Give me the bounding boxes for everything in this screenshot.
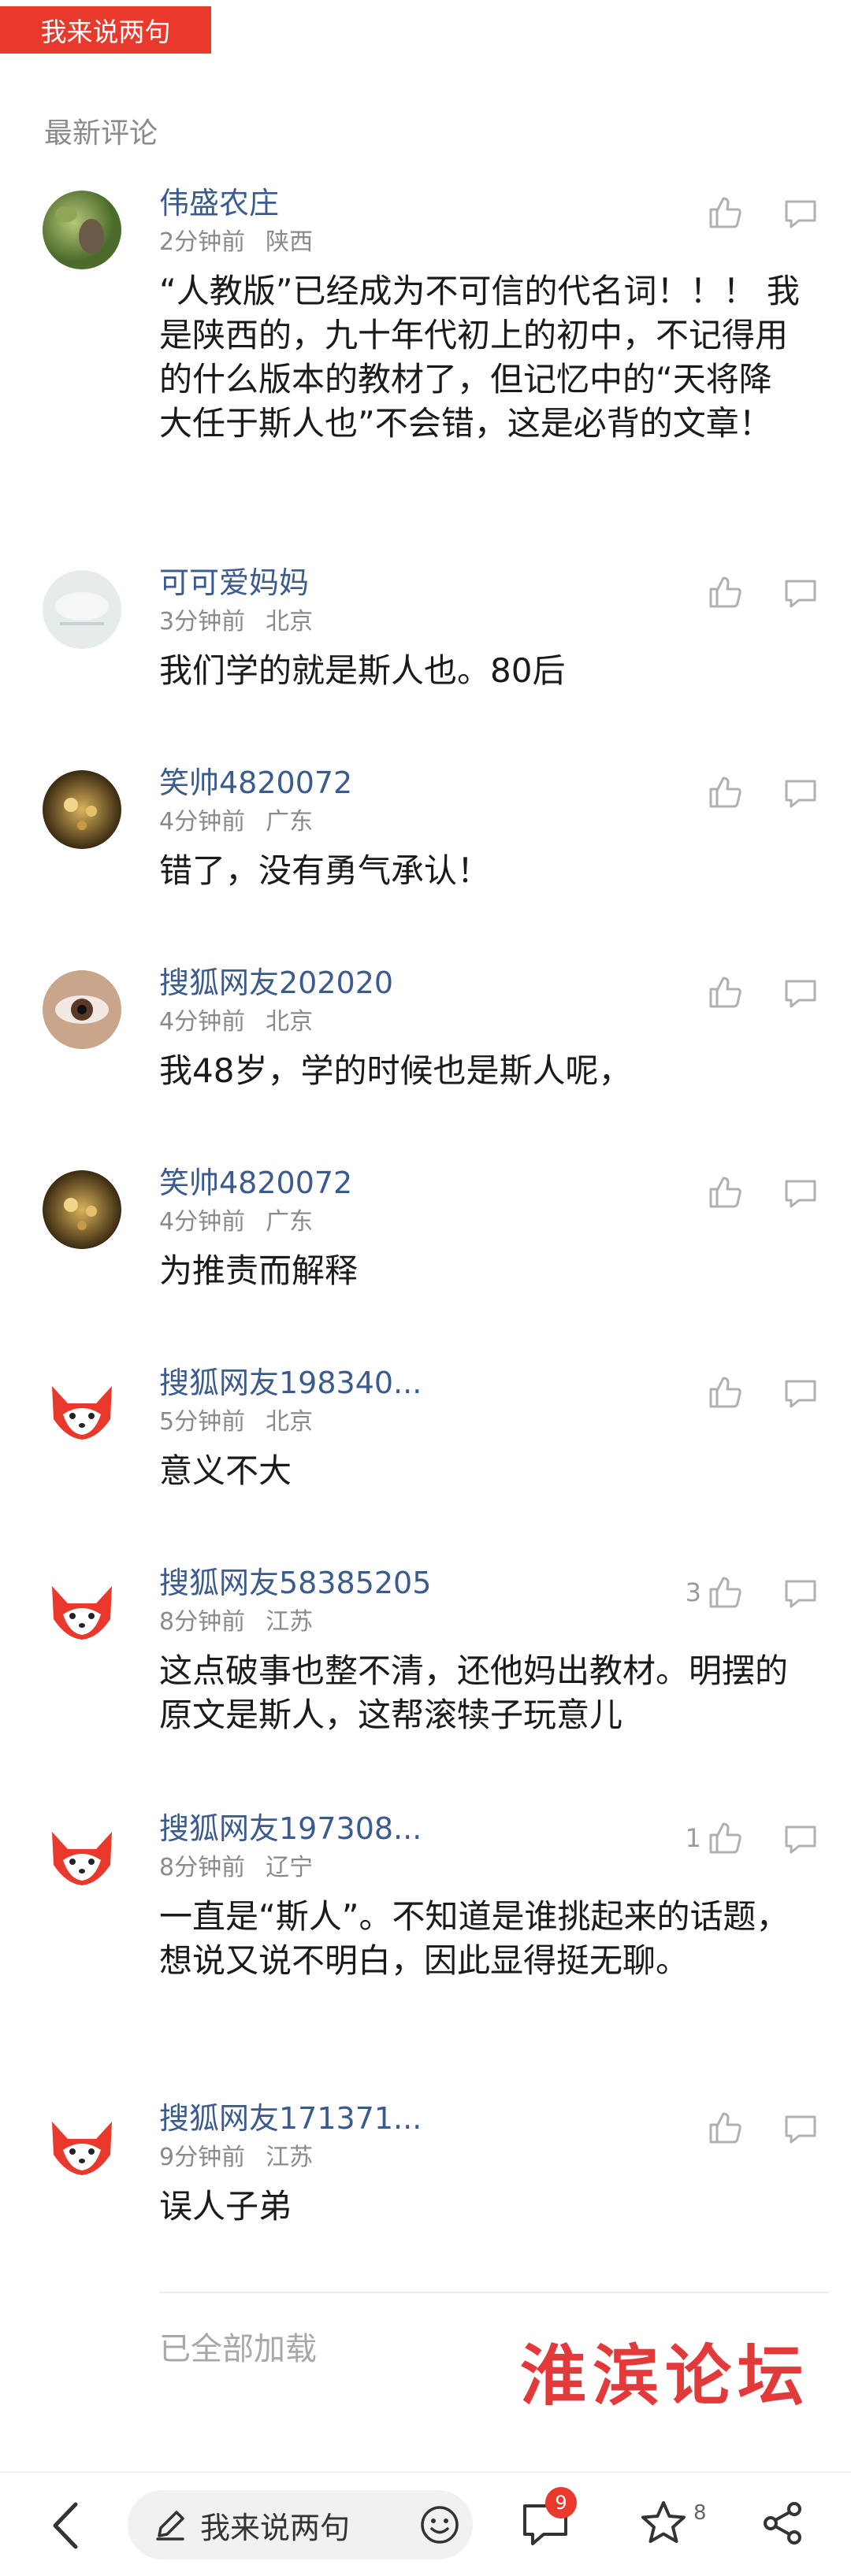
emoji-icon[interactable] [419, 2504, 460, 2545]
comment-meta: 3分钟前 北京 [159, 606, 804, 638]
comment-location: 辽宁 [266, 1854, 314, 1881]
comment-location: 北京 [266, 608, 314, 636]
comment-time: 9分钟前 [159, 2144, 246, 2171]
comment-actions [687, 773, 819, 811]
comment-actions [687, 1173, 819, 1211]
comment-text: 错了，没有勇气承认！ [159, 851, 491, 890]
like-icon[interactable] [706, 194, 744, 232]
reply-icon[interactable] [782, 1819, 819, 1857]
divider [159, 2292, 829, 2293]
reply-icon[interactable] [782, 1173, 819, 1211]
comment-input[interactable]: 我来说两句 [128, 2490, 473, 2559]
comment-location: 江苏 [266, 2144, 314, 2171]
comment-time: 4分钟前 [159, 808, 246, 836]
like-count: 3 [685, 1577, 701, 1607]
reply-icon[interactable] [782, 2109, 819, 2147]
avatar[interactable] [43, 770, 121, 849]
comment-item: 搜狐网友198340... 5分钟前 北京 意义不大 [0, 1362, 851, 1493]
comment-text: 我们学的就是斯人也。80后 [159, 651, 566, 690]
back-icon[interactable] [46, 2500, 87, 2552]
comment-item: 搜狐网友58385205 8分钟前 江苏 这点破事也整不清，还他妈出教材。明摆的原文是… [0, 1562, 851, 1737]
comment-text: 这点破事也整不清，还他妈出教材。明摆的原文是斯人，这帮滚犊子玩意儿 [159, 1651, 789, 1734]
star-icon[interactable] [638, 2498, 689, 2548]
comment-location: 北京 [266, 1408, 314, 1436]
comment-text: 一直是“斯人”。不知道是谁挑起来的话题，想说又说不明白，因此显得挺无聊。 [159, 1897, 790, 1980]
comment-time: 5分钟前 [159, 1408, 246, 1436]
share-icon[interactable] [758, 2498, 808, 2548]
comment-count-badge: 9 [545, 2487, 577, 2519]
reply-icon[interactable] [782, 1373, 819, 1411]
like-icon[interactable] [706, 2109, 744, 2147]
comment-input-label: 我来说两句 [200, 2510, 351, 2545]
comment-location: 广东 [266, 1208, 314, 1236]
comment-meta: 4分钟前 广东 [159, 1206, 804, 1238]
comment-item: 可可爱妈妈 3分钟前 北京 我们学的就是斯人也。80后 [0, 562, 851, 693]
comment-actions: 3 [686, 1573, 819, 1611]
all-loaded-label: 已全部加载 [159, 2331, 317, 2367]
comment-meta: 2分钟前 陕西 [159, 227, 804, 258]
reply-icon[interactable] [782, 1573, 819, 1611]
favorite-count: 8 [693, 2501, 707, 2525]
write-comment-top-button[interactable]: 我来说两句 [0, 6, 211, 54]
avatar[interactable] [43, 1570, 121, 1649]
avatar[interactable] [43, 1816, 121, 1895]
like-icon[interactable] [706, 573, 744, 611]
comment-time: 8分钟前 [159, 1608, 246, 1636]
avatar[interactable] [43, 1170, 121, 1249]
comment-meta: 4分钟前 广东 [159, 806, 804, 838]
comment-item: 搜狐网友197308... 8分钟前 辽宁 一直是“斯人”。不知道是谁挑起来的话题，想… [0, 1808, 851, 1983]
comment-item: 笑帅4820072 4分钟前 广东 为推责而解释 [0, 1162, 851, 1293]
like-icon[interactable] [706, 1573, 744, 1611]
avatar[interactable] [43, 191, 121, 269]
comment-actions [687, 194, 819, 232]
bottom-toolbar: 我来说两句 9 8 [0, 2471, 851, 2576]
comment-text: 为推责而解释 [159, 1251, 359, 1290]
comment-actions [687, 2109, 819, 2147]
reply-icon[interactable] [782, 573, 819, 611]
comment-meta: 9分钟前 江苏 [159, 2142, 804, 2174]
like-icon[interactable] [706, 1173, 744, 1211]
comment-time: 4分钟前 [159, 1208, 246, 1236]
latest-comments-title: 最新评论 [44, 117, 158, 150]
comment-meta: 8分钟前 江苏 [159, 1607, 804, 1638]
like-icon[interactable] [706, 973, 744, 1011]
like-count: 1 [685, 1823, 701, 1853]
reply-icon[interactable] [782, 973, 819, 1011]
reply-icon[interactable] [782, 194, 819, 232]
comment-time: 3分钟前 [159, 608, 246, 636]
comment-meta: 4分钟前 北京 [159, 1006, 804, 1038]
forum-watermark: 淮滨论坛 [520, 2337, 811, 2415]
comment-actions [687, 1373, 819, 1411]
comment-time: 8分钟前 [159, 1854, 246, 1881]
pen-icon [151, 2506, 189, 2544]
comment-time: 4分钟前 [159, 1008, 246, 1036]
comment-text: 我48岁，学的时候也是斯人呢， [159, 1051, 632, 1090]
avatar[interactable] [43, 1370, 121, 1449]
comment-location: 广东 [266, 808, 314, 836]
avatar[interactable] [43, 2106, 121, 2185]
like-icon[interactable] [706, 773, 744, 811]
comment-item: 伟盛农庄 2分钟前 陕西 “人教版”已经成为不可信的代名词！！！ 我是陕西的，九十年代… [0, 183, 851, 446]
reply-icon[interactable] [782, 773, 819, 811]
comment-location: 陕西 [266, 228, 314, 256]
comment-time: 2分钟前 [159, 228, 246, 256]
like-icon[interactable] [706, 1373, 744, 1411]
comment-item: 笑帅4820072 4分钟前 广东 错了，没有勇气承认！ [0, 762, 851, 893]
avatar[interactable] [43, 970, 121, 1049]
comment-location: 江苏 [266, 1608, 314, 1636]
comment-actions [687, 573, 819, 611]
comment-item: 搜狐网友202020 4分钟前 北京 我48岁，学的时候也是斯人呢， [0, 962, 851, 1093]
avatar[interactable] [43, 570, 121, 649]
comment-meta: 5分钟前 北京 [159, 1407, 804, 1438]
comment-item: 搜狐网友171371... 9分钟前 江苏 误人子弟 [0, 2098, 851, 2229]
comment-location: 北京 [266, 1008, 314, 1036]
like-icon[interactable] [706, 1819, 744, 1857]
comment-text: 误人子弟 [159, 2187, 292, 2226]
comment-text: 意义不大 [159, 1451, 292, 1490]
comment-meta: 8分钟前 辽宁 [159, 1852, 804, 1884]
comment-text: “人教版”已经成为不可信的代名词！！！ 我是陕西的，九十年代初上的初中，不记得用… [159, 272, 800, 443]
comment-actions: 1 [686, 1819, 819, 1857]
comment-actions [687, 973, 819, 1011]
